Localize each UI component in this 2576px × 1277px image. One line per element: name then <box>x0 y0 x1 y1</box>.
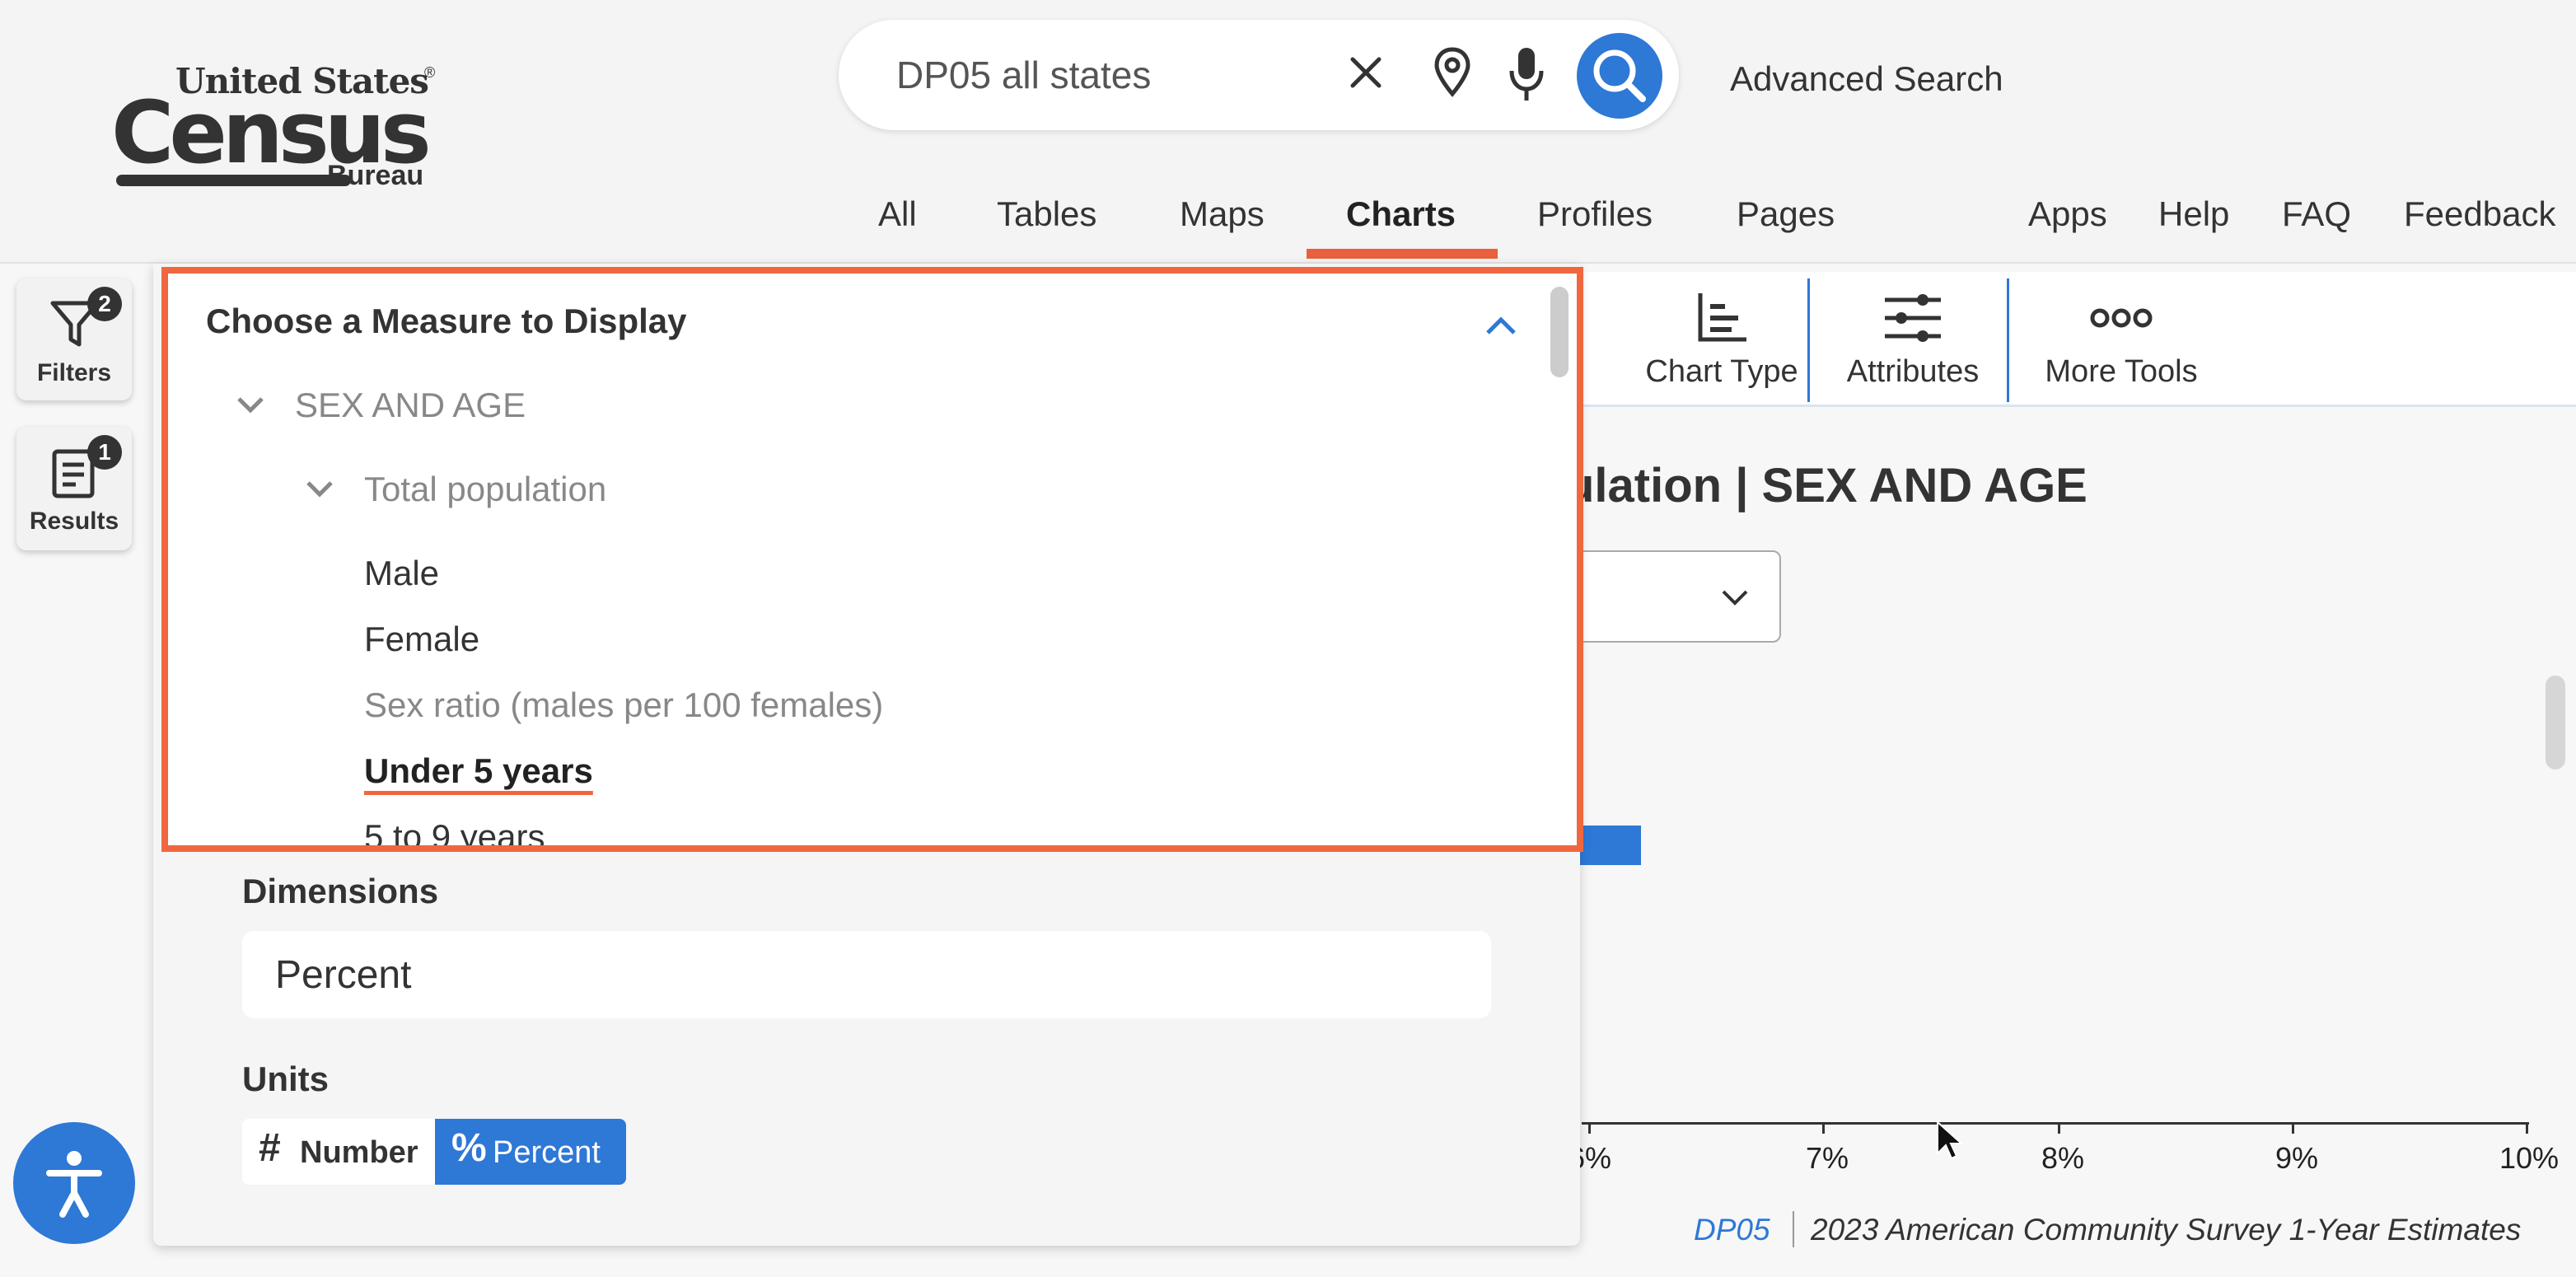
tick-label: 7% <box>1806 1141 1849 1175</box>
tree-item-selected[interactable]: Under 5 years <box>364 751 593 791</box>
units-number-label: Number <box>300 1135 418 1170</box>
chart-toolbar: Chart Type Attributes More Tools <box>1582 272 2576 407</box>
search-button[interactable] <box>1577 33 1662 119</box>
toolbar-divider <box>2007 278 2009 402</box>
faq-link[interactable]: FAQ <box>2282 194 2351 234</box>
units-percent-label: Percent <box>493 1135 601 1170</box>
results-label: Results <box>29 508 119 535</box>
mouse-cursor-icon <box>1937 1120 1964 1160</box>
tab-pages[interactable]: Pages <box>1737 194 1835 234</box>
tick-mark <box>1588 1122 1591 1134</box>
chevron-down-icon[interactable] <box>234 394 267 417</box>
accessibility-icon <box>46 1151 102 1218</box>
toolbar-divider <box>1807 278 1810 402</box>
census-logo[interactable]: United States ® Census Bureau <box>111 61 441 193</box>
tick-mark <box>1822 1122 1825 1134</box>
search-input[interactable]: DP05 all states <box>896 53 1151 97</box>
geography-select[interactable] <box>1549 550 1781 643</box>
tab-profiles[interactable]: Profiles <box>1537 194 1653 234</box>
filters-button[interactable]: 2 Filters <box>16 278 132 400</box>
results-count-badge: 1 <box>87 435 122 470</box>
hash-icon: # <box>259 1126 281 1170</box>
logo-reg: ® <box>424 64 436 81</box>
tick-label: 10% <box>2499 1141 2560 1175</box>
tab-tables[interactable]: Tables <box>997 194 1096 234</box>
tick-mark <box>2058 1122 2060 1134</box>
feedback-link[interactable]: Feedback <box>2404 194 2555 234</box>
tick-mark <box>2526 1122 2528 1134</box>
attributes-button[interactable]: Attributes <box>1814 272 2012 407</box>
main-nav: All Tables Maps Charts Profiles Pages Ap… <box>0 194 2576 264</box>
measure-chooser[interactable]: Choose a Measure to Display SEX AND AGE … <box>161 267 1583 852</box>
chart-type-button[interactable]: Chart Type <box>1615 272 1829 407</box>
active-tab-indicator <box>1307 249 1498 259</box>
results-button[interactable]: 1 Results <box>16 427 132 550</box>
chevron-up-icon[interactable] <box>1483 313 1519 338</box>
footer-divider <box>1793 1211 1794 1247</box>
filters-label: Filters <box>36 359 112 386</box>
dimensions-value: Percent <box>275 953 412 997</box>
tick-label: 9% <box>2275 1141 2319 1175</box>
tab-charts[interactable]: Charts <box>1346 194 1456 234</box>
logo-bar <box>116 175 351 186</box>
attributes-label: Attributes <box>1846 354 1980 389</box>
dimensions-label: Dimensions <box>242 872 439 910</box>
units-label: Units <box>242 1059 329 1098</box>
chart-title: ulation | SEX AND AGE <box>1565 459 2087 512</box>
more-tools-label: More Tools <box>2045 354 2198 389</box>
close-icon[interactable] <box>1341 48 1391 97</box>
chevron-down-icon <box>1722 590 1748 606</box>
tree-item[interactable]: Female <box>364 620 479 659</box>
tree-item[interactable]: 5 to 9 years <box>364 817 545 845</box>
tree-subgroup[interactable]: Total population <box>364 470 606 509</box>
tick-label: 8% <box>2041 1141 2085 1175</box>
units-number-button[interactable]: # Number <box>242 1119 435 1185</box>
source-table-link[interactable]: DP05 <box>1694 1213 1770 1247</box>
tab-maps[interactable]: Maps <box>1180 194 1265 234</box>
percent-icon: % <box>451 1126 487 1170</box>
tree-item[interactable]: Male <box>364 554 439 593</box>
sliders-icon <box>1885 294 1941 342</box>
search-box[interactable]: DP05 all states <box>839 20 1679 130</box>
more-tools-button[interactable]: More Tools <box>2010 272 2232 407</box>
bar-chart-icon <box>1698 293 1746 342</box>
location-pin-icon[interactable] <box>1432 44 1473 102</box>
advanced-search-link[interactable]: Advanced Search <box>1730 59 2003 99</box>
microphone-icon[interactable] <box>1506 44 1547 105</box>
tick-mark <box>2292 1122 2294 1134</box>
chart-scrollbar[interactable] <box>2546 676 2565 769</box>
apps-link[interactable]: Apps <box>2028 194 2107 234</box>
x-axis <box>1582 1122 2529 1125</box>
more-icon <box>2090 308 2153 328</box>
chart-type-label: Chart Type <box>1645 354 1798 389</box>
chevron-down-icon[interactable] <box>303 478 336 501</box>
tree-item[interactable]: Sex ratio (males per 100 females) <box>364 685 883 725</box>
source-description: 2023 American Community Survey 1-Year Es… <box>1811 1213 2522 1247</box>
units-percent-button[interactable]: % Percent <box>435 1119 626 1185</box>
logo-line3: Bureau <box>327 160 424 191</box>
filters-count-badge: 2 <box>87 287 122 321</box>
measure-title: Choose a Measure to Display <box>206 302 687 340</box>
help-link[interactable]: Help <box>2158 194 2229 234</box>
accessibility-button[interactable] <box>13 1122 135 1244</box>
tree-group[interactable]: SEX AND AGE <box>295 386 526 425</box>
site-header: United States ® Census Bureau DP05 all s… <box>0 0 2576 264</box>
tab-all[interactable]: All <box>878 194 917 234</box>
dimensions-select[interactable]: Percent <box>242 931 1491 1018</box>
search-icon <box>1593 49 1646 102</box>
measure-scrollbar[interactable] <box>1550 287 1569 377</box>
